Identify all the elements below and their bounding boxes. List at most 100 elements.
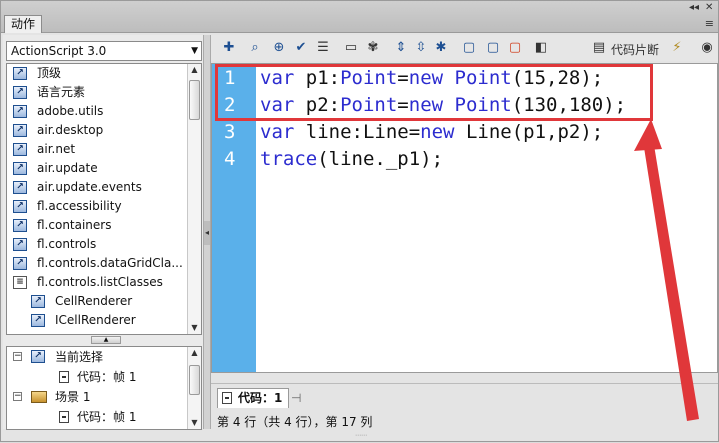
nav-item-label: 代码：帧 1	[77, 370, 137, 384]
format-icon[interactable]: ☰	[315, 40, 331, 56]
expand-icon[interactable]: ⇳	[413, 40, 429, 56]
package-icon: ↗	[13, 257, 27, 270]
scroll-thumb[interactable]	[189, 80, 200, 120]
tree-item[interactable]: ↗ CellRenderer	[7, 292, 201, 311]
scroll-down-icon[interactable]: ▼	[189, 417, 200, 429]
nav-item-scene[interactable]: − 场景 1	[7, 387, 201, 407]
tree-item[interactable]: ↗ 顶级	[7, 64, 201, 83]
find-icon[interactable]: ⌕	[247, 40, 263, 56]
navigator-scrollbar[interactable]: ▲ ▼	[187, 347, 201, 429]
tree-item-label: 顶级	[37, 66, 62, 80]
collapse-icon[interactable]: ⇕	[393, 40, 409, 56]
scroll-thumb[interactable]	[189, 365, 200, 395]
scroll-down-icon[interactable]: ▼	[189, 322, 200, 334]
code-hint-icon[interactable]: ▭	[343, 40, 359, 56]
tree-item[interactable]: ↗ air.net	[7, 140, 201, 159]
package-icon: ↗	[13, 67, 27, 80]
script-assist-icon[interactable]: ◧	[533, 40, 549, 56]
tree-item-label: adobe.utils	[37, 104, 104, 118]
tree-item-label: fl.accessibility	[37, 199, 122, 213]
tree-item-label: ICellRenderer	[55, 313, 136, 327]
tab-actions[interactable]: 动作	[4, 15, 43, 33]
help-icon[interactable]: ◉	[699, 40, 715, 56]
tree-item-label: air.update.events	[37, 180, 142, 194]
nav-item-label: 场景 1	[55, 390, 91, 404]
tree-item[interactable]: ↗ fl.accessibility	[7, 197, 201, 216]
language-select[interactable]: ActionScript 3.0 ▼	[6, 41, 202, 61]
tree-item-label: fl.containers	[37, 218, 112, 232]
nav-item-label: 代码：帧 1	[77, 410, 137, 424]
interface-icon: ↗	[31, 314, 45, 327]
keyword: trace	[260, 148, 318, 170]
chevron-down-icon[interactable]: ▼	[191, 42, 198, 60]
scroll-up-icon[interactable]: ▲	[189, 64, 200, 76]
panel-menu-icon[interactable]: ≡	[705, 18, 714, 29]
tree-item[interactable]: ≡ fl.controls.listClasses	[7, 273, 201, 292]
pin-script-icon[interactable]: ⊣	[291, 391, 301, 405]
collapse-icon[interactable]: ◂◂	[689, 3, 699, 13]
snippets-label[interactable]: 代码片断	[611, 41, 659, 58]
tree-item[interactable]: ↗ fl.controls	[7, 235, 201, 254]
panel-divider[interactable]: ◂	[203, 35, 211, 429]
script-tabs: 代码：1 ⊣	[211, 383, 718, 408]
selection-icon: ↗	[31, 350, 45, 363]
tree-item[interactable]: ↗ air.update	[7, 159, 201, 178]
tree-item-label: fl.controls.dataGridCla...	[37, 256, 183, 270]
class-icon: ↗	[31, 295, 45, 308]
tree-item[interactable]: ↗ air.desktop	[7, 121, 201, 140]
target-icon[interactable]: ⊕	[271, 40, 287, 56]
tree-item[interactable]: ↗ air.update.events	[7, 178, 201, 197]
code-line-4[interactable]: trace(line._p1);	[260, 146, 443, 173]
code-editor[interactable]: 1 2 3 4 var p1:Point=new Point(15,28); v…	[211, 63, 718, 373]
check-syntax-icon[interactable]: ✔	[293, 40, 309, 56]
package-icon: ↗	[13, 181, 27, 194]
language-select-value: ActionScript 3.0	[11, 44, 107, 58]
panel-header: 动作 ◂◂ ✕ ≡	[1, 1, 718, 33]
resize-grip[interactable]: ⋯⋯	[349, 433, 373, 439]
collapse-toggle[interactable]: −	[13, 352, 22, 361]
open-package-icon: ≡	[13, 276, 27, 289]
script-icon	[222, 392, 232, 404]
nav-item-scene-code[interactable]: 代码：帧 1	[7, 407, 201, 427]
tab-label: 代码：1	[238, 391, 283, 405]
toolbox-splitter[interactable]: ▲	[91, 336, 121, 344]
scroll-up-icon[interactable]: ▲	[189, 347, 200, 359]
tab-code-1[interactable]: 代码：1	[217, 388, 290, 408]
package-icon: ↗	[13, 200, 27, 213]
class-tree-scrollbar[interactable]: ▲ ▼	[187, 64, 201, 334]
tree-item[interactable]: ↗ fl.containers	[7, 216, 201, 235]
uncomment-icon[interactable]: ▢	[507, 40, 523, 56]
divider-collapse-icon[interactable]: ◂	[204, 221, 210, 245]
tree-item[interactable]: ↗ fl.controls.dataGridCla...	[7, 254, 201, 273]
collapse-toggle[interactable]: −	[13, 392, 22, 401]
code-line-3[interactable]: var line:Line=new Line(p1,p2);	[260, 119, 603, 146]
comment-block-icon[interactable]: ▢	[461, 40, 477, 56]
package-icon: ↗	[13, 219, 27, 232]
code-text: line:Line=	[294, 121, 421, 143]
code-text: (line._p1);	[317, 148, 444, 170]
keyword: var	[260, 121, 295, 143]
script-navigator: − ↗ 当前选择 代码：帧 1 − 场景 1 代码：帧 1 ▲ ▼	[6, 346, 202, 430]
actions-toolbox: ActionScript 3.0 ▼ ↗ 顶级 ↗ 语言元素 ↗ adobe.util…	[3, 35, 203, 430]
tree-item-label: air.update	[37, 161, 98, 175]
tree-item[interactable]: ↗ 语言元素	[7, 83, 201, 102]
debug-icon[interactable]: ✾	[365, 40, 381, 56]
add-icon[interactable]: ✚	[221, 40, 237, 56]
line-number: 3	[224, 121, 236, 143]
actions-panel: 动作 ◂◂ ✕ ≡ ActionScript 3.0 ▼ ↗ 顶级 ↗ 语言元素 ↗…	[0, 0, 719, 442]
snippets-icon[interactable]: ▤	[591, 40, 607, 56]
close-icon[interactable]: ✕	[705, 3, 713, 13]
nav-item-current-selection[interactable]: − ↗ 当前选择	[7, 347, 201, 367]
script-icon	[59, 411, 69, 423]
script-pane: ✚ ⌕ ⊕ ✔ ☰ ▭ ✾ ⇕ ⇳ ✱ ▢ ▢ ▢ ◧ ▤ 代码片断 ⚡ ◉ 1…	[211, 35, 718, 429]
collapse-all-icon[interactable]: ✱	[433, 40, 449, 56]
line-number: 4	[224, 148, 236, 170]
wand-icon[interactable]: ⚡	[669, 40, 685, 56]
tree-item[interactable]: ↗ adobe.utils	[7, 102, 201, 121]
nav-item-current-code[interactable]: 代码：帧 1	[7, 367, 201, 387]
keyword: new	[420, 121, 455, 143]
comment-line-icon[interactable]: ▢	[485, 40, 501, 56]
tree-item-label: fl.controls	[37, 237, 97, 251]
package-icon: ↗	[13, 124, 27, 137]
tree-item[interactable]: ↗ ICellRenderer	[7, 311, 201, 330]
